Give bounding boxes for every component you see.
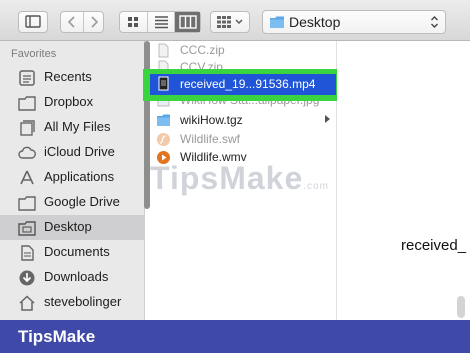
- all-files-icon: [20, 120, 35, 136]
- sidebar-item-label: Applications: [44, 169, 115, 184]
- disclosure-chevron-icon: [325, 115, 330, 123]
- sidebar-item-desktop[interactable]: Desktop: [0, 215, 144, 240]
- watermark-text: TipsMake: [150, 160, 304, 196]
- column-view-button[interactable]: [174, 12, 200, 32]
- location-label: Desktop: [289, 14, 341, 30]
- forward-button[interactable]: [83, 12, 104, 32]
- folder-icon: [157, 114, 170, 126]
- documents-icon: [21, 245, 34, 261]
- sidebar-item-applications[interactable]: Applications: [0, 165, 144, 190]
- grid-icon: [128, 17, 138, 27]
- updown-chevron-icon: [431, 16, 438, 28]
- flash-file-icon: [157, 133, 170, 146]
- brand-banner: TipsMake: [0, 320, 470, 353]
- chevron-left-icon: [67, 16, 75, 28]
- back-button[interactable]: [61, 12, 83, 32]
- arrange-grid-icon: [217, 16, 243, 28]
- preview-filename: received_: [401, 237, 467, 254]
- sidebar-item-label: All My Files: [44, 119, 111, 134]
- sidebar-item-label: Downloads: [44, 269, 109, 284]
- icon-view-button[interactable]: [120, 12, 147, 32]
- desktop-folder-icon: [18, 221, 36, 236]
- sidebar-item-label: Google Drive: [44, 194, 120, 209]
- sidebar-item-label: Dropbox: [44, 94, 94, 109]
- sidebar-item-icloud-drive[interactable]: iCloud Drive: [0, 140, 144, 165]
- sidebar: Favorites Recents Dropbox All My Files i…: [0, 41, 145, 320]
- columns-icon: [179, 15, 197, 29]
- file-row[interactable]: Wildlife.swf: [150, 130, 336, 149]
- file-name: Wildlife.swf: [180, 132, 241, 146]
- sidebar-toggle-icon: [25, 15, 41, 28]
- recents-icon: [19, 70, 35, 86]
- dropbox-folder-icon: [18, 96, 36, 111]
- home-icon: [19, 295, 35, 311]
- sidebar-item-stevebolinger[interactable]: stevebolinger: [0, 290, 144, 315]
- sidebar-item-downloads[interactable]: Downloads: [0, 265, 144, 290]
- watermark-suffix: .com: [303, 181, 329, 192]
- arrange-button[interactable]: [210, 11, 250, 33]
- sidebar-item-label: iCloud Drive: [44, 144, 115, 159]
- watermark: TipsMake.com: [150, 160, 329, 197]
- chevron-right-icon: [91, 16, 99, 28]
- sidebar-item-dropbox[interactable]: Dropbox: [0, 90, 144, 115]
- banner-text: TipsMake: [18, 327, 96, 346]
- location-popup[interactable]: Desktop: [262, 10, 446, 34]
- file-row-folder[interactable]: wikiHow.tgz: [150, 111, 336, 130]
- list-view-button[interactable]: [147, 12, 174, 32]
- zip-file-icon: [158, 43, 169, 58]
- sidebar-item-recents[interactable]: Recents: [0, 65, 144, 90]
- back-forward-group: [60, 11, 104, 33]
- sidebar-item-label: Recents: [44, 69, 92, 84]
- sidebar-item-label: Desktop: [44, 219, 92, 234]
- sidebar-item-label: stevebolinger: [44, 294, 122, 309]
- applications-icon: [20, 170, 34, 185]
- sidebar-toggle-button[interactable]: [18, 11, 48, 33]
- file-name: CCC.zip: [180, 43, 225, 57]
- sidebar-item-documents[interactable]: Documents: [0, 240, 144, 265]
- file-name: received_19...91536.mp4: [180, 77, 316, 91]
- video-file-icon: [158, 76, 169, 91]
- sidebar-item-all-my-files[interactable]: All My Files: [0, 115, 144, 140]
- preview-scrollbar[interactable]: [457, 296, 465, 318]
- downloads-icon: [19, 270, 35, 286]
- file-row-selected[interactable]: received_19...91536.mp4: [150, 74, 336, 95]
- finder-toolbar: Desktop: [0, 0, 470, 41]
- view-mode-control: [119, 11, 201, 33]
- sidebar-item-google-drive[interactable]: Google Drive: [0, 190, 144, 215]
- sidebar-item-label: Documents: [44, 244, 110, 259]
- cloud-icon: [18, 146, 36, 159]
- folder-icon: [18, 196, 36, 211]
- preview-pane: received_: [337, 41, 470, 320]
- sidebar-section-favorites: Favorites: [11, 48, 57, 60]
- folder-icon: [270, 16, 284, 28]
- list-icon: [155, 16, 168, 29]
- file-name: wikiHow.tgz: [180, 113, 243, 127]
